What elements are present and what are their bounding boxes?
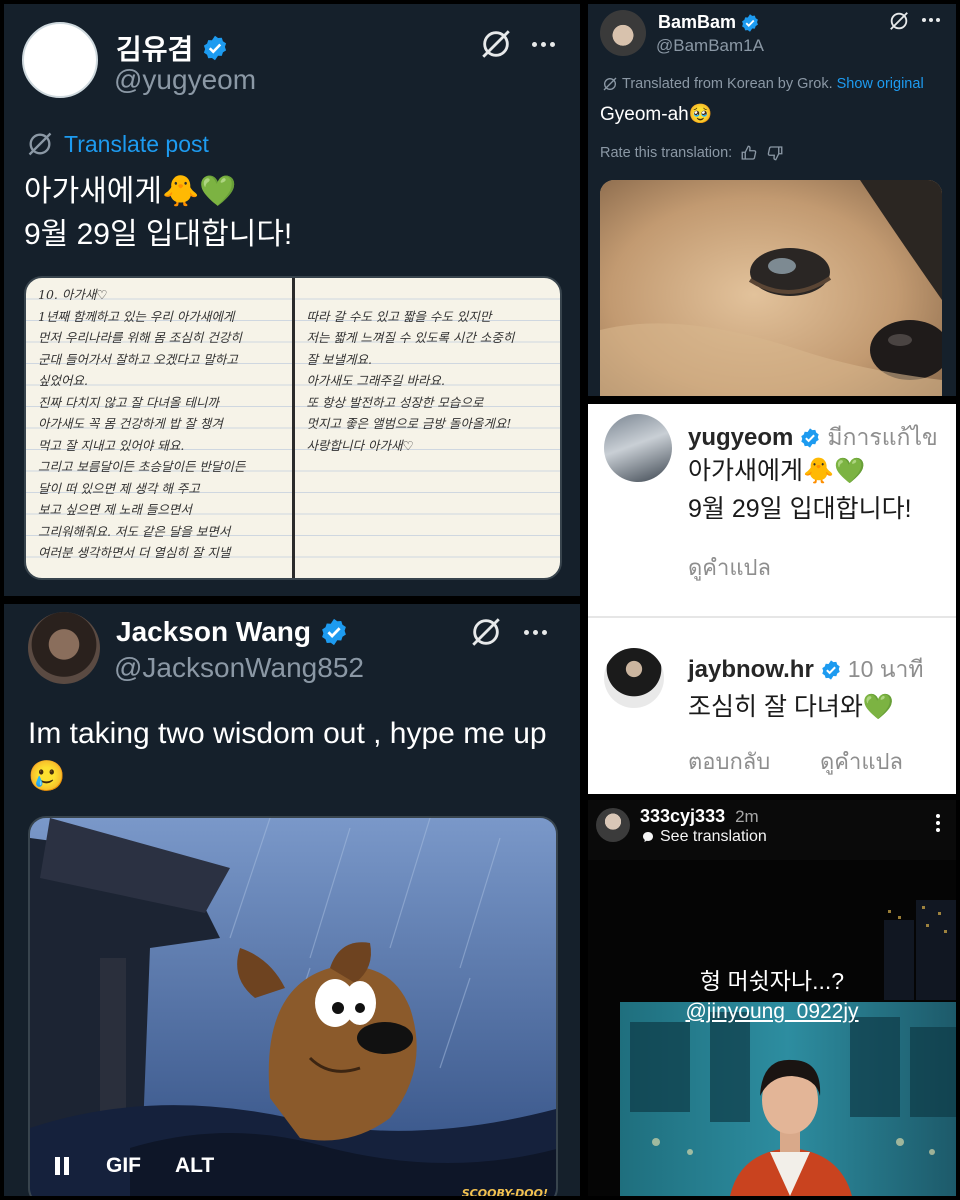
instagram-comments: yugyeom มีการแก้ไข 아가새에게🐥💚 9월 29일 입대합니다!… [588, 404, 956, 794]
see-translation-button[interactable]: ดูคำแปล [688, 550, 771, 585]
grok-icon[interactable] [478, 26, 514, 62]
edited-label: มีการแก้ไข [827, 424, 938, 450]
more-options-icon[interactable] [922, 18, 940, 22]
display-name-text: Jackson Wang [116, 616, 312, 647]
comment-text: 조심히 잘 다녀와💚 [688, 693, 895, 721]
comment-line-2: 9월 29일 입대합니다! [688, 495, 912, 523]
avatar[interactable] [28, 612, 100, 684]
verified-badge-icon [204, 35, 227, 61]
verified-badge-icon [322, 618, 346, 646]
drama-still-image[interactable] [620, 1002, 956, 1196]
gif-controls: GIF ALT [52, 1154, 214, 1178]
more-options-icon[interactable] [532, 42, 555, 47]
translate-post-button[interactable]: Translate post [26, 130, 209, 158]
comment-username[interactable]: yugyeom มีการแก้ไข [688, 420, 938, 456]
grok-translate-icon [603, 77, 617, 91]
scooby-doo-logo: SCOOBY-DOO! [461, 1187, 548, 1196]
gif-badge: GIF [106, 1154, 141, 1177]
rate-translation: Rate this translation: [600, 144, 784, 162]
tweet-line-2: 9월 29일 입대합니다! [24, 218, 293, 251]
rate-translation-label: Rate this translation: [600, 145, 733, 161]
comment-line-1: 아가새에게🐥💚 [688, 457, 866, 485]
thumbs-down-icon[interactable] [766, 144, 784, 162]
comment-time: 10 นาที [847, 656, 924, 682]
alt-badge[interactable]: ALT [175, 1154, 214, 1178]
verified-badge-icon [801, 428, 820, 448]
thumbs-up-icon[interactable] [740, 144, 758, 162]
tweet-text: Gyeom-ah🥹 [600, 104, 713, 125]
display-name[interactable]: Jackson Wang [116, 616, 349, 648]
avatar[interactable] [604, 648, 664, 708]
comment-text: 아가새에게🐥💚 9월 29일 입대합니다! [688, 452, 912, 528]
more-options-icon[interactable] [524, 630, 547, 635]
reply-button[interactable]: ตอบกลับ [688, 744, 770, 779]
comment-username-text: jaybnow.hr [688, 656, 814, 683]
display-name[interactable]: 김유겸 [116, 28, 229, 68]
yugyeom-tweet: 김유겸 @yugyeom Translate post 아가새에게🐥💚 9월 2… [4, 4, 580, 596]
letter-right-page: 따라 갈 수도 있고 짧을 수도 있지만 저는 짧게 느껴질 수 있도록 시간 … [294, 278, 560, 578]
letter-left-page: 10. 아가새♡ 1년째 함께하고 있는 우리 아가새에게 먼저 우리나라를 위… [26, 278, 292, 578]
bambam-tweet: BamBam @BamBam1A Translated from Korean … [588, 4, 956, 396]
grok-icon[interactable] [468, 614, 504, 650]
tweet-text: Im taking two wisdom out , hype me up 🥲 [28, 717, 547, 793]
story-caption: 형 머쉿자나...? [699, 968, 845, 994]
avatar[interactable] [604, 414, 672, 482]
translate-post-label: Translate post [64, 130, 209, 157]
translation-note-text: Translated from Korean by Grok. [622, 76, 833, 92]
handle[interactable]: @JacksonWang852 [114, 652, 364, 684]
handle[interactable]: @BamBam1A [656, 36, 764, 56]
tweet-line-1: 아가새에게🐥💚 [24, 175, 237, 208]
avatar[interactable] [600, 10, 646, 56]
translation-note: Translated from Korean by Grok. Show ori… [602, 76, 924, 92]
pause-icon[interactable] [52, 1155, 72, 1177]
display-name[interactable]: BamBam [658, 12, 760, 33]
mention-tag[interactable]: @jinyoung_0922jy [588, 1000, 956, 1024]
jackson-tweet: Jackson Wang @JacksonWang852 Im taking t… [4, 604, 580, 1196]
dog-closeup-image[interactable] [600, 180, 942, 396]
story-post: 333cyj333 2m See translation 형 머쉿자나...? … [588, 800, 956, 1196]
comment-username-text: yugyeom [688, 424, 794, 451]
gif-frame [30, 818, 556, 1196]
see-translation-button[interactable]: ดูคำแปล [820, 744, 903, 779]
comment-username[interactable]: jaybnow.hr 10 นาที [688, 652, 924, 688]
handwritten-letter-image[interactable]: 10. 아가새♡ 1년째 함께하고 있는 우리 아가새에게 먼저 우리나라를 위… [24, 276, 562, 580]
grok-translate-icon [28, 132, 52, 156]
verified-badge-icon [742, 13, 758, 32]
display-name-text: 김유겸 [116, 34, 194, 65]
show-original-link[interactable]: Show original [837, 76, 924, 92]
tweet-text: 아가새에게🐥💚 9월 29일 입대합니다! [24, 170, 292, 256]
avatar[interactable] [22, 22, 98, 98]
scooby-doo-gif[interactable]: GIF ALT SCOOBY-DOO! [28, 816, 558, 1196]
verified-badge-icon [822, 660, 840, 680]
handle[interactable]: @yugyeom [114, 64, 256, 96]
comment-divider [588, 616, 956, 618]
grok-icon[interactable] [886, 8, 912, 34]
display-name-text: BamBam [658, 12, 737, 32]
